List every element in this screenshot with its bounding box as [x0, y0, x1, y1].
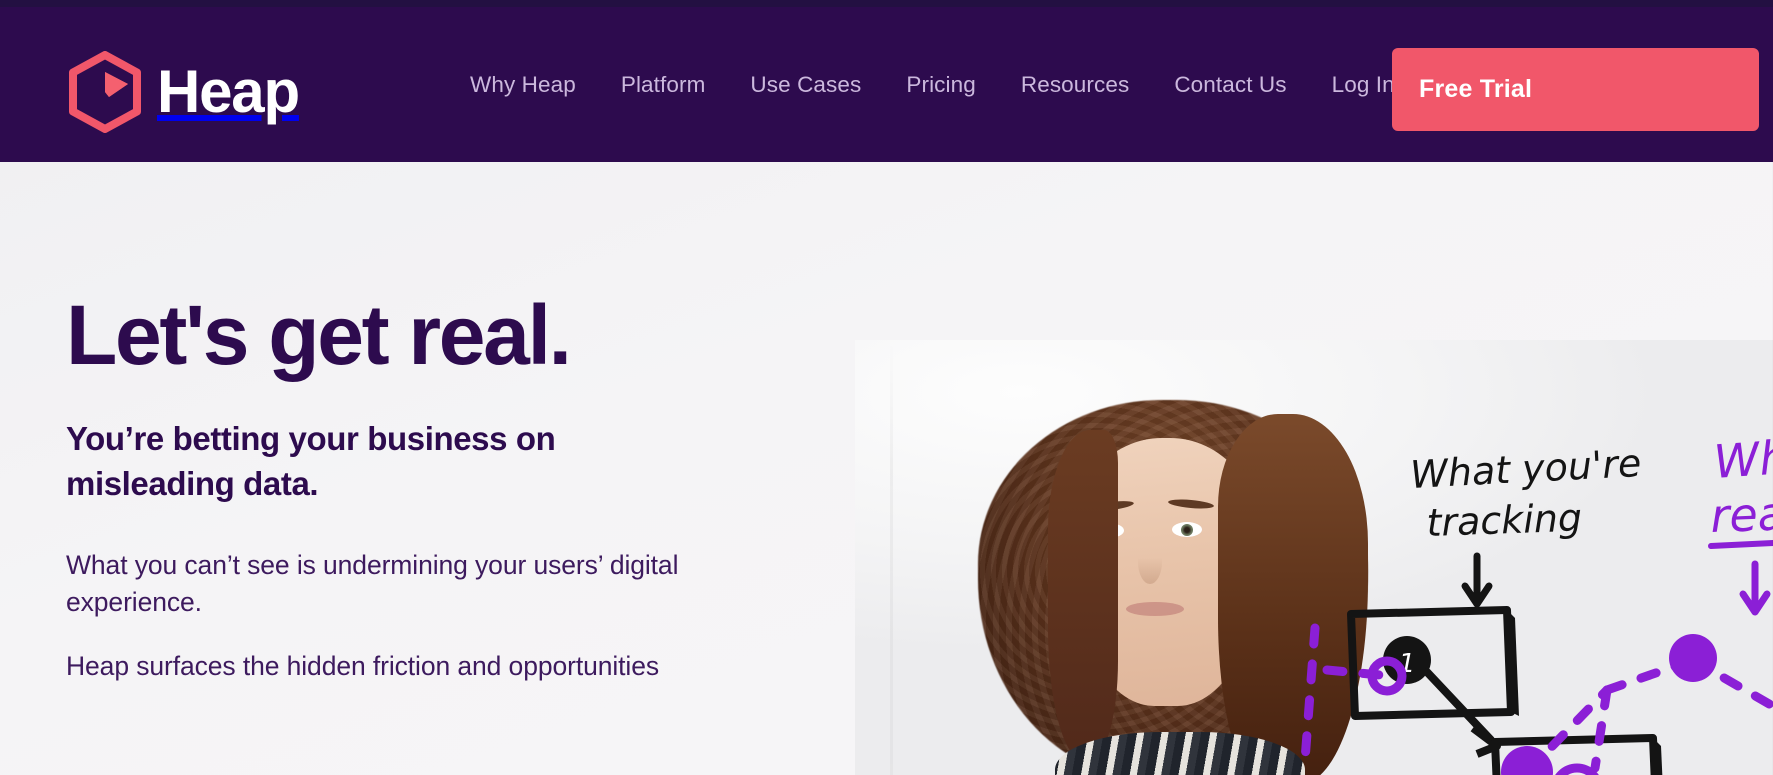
nav-pricing[interactable]: Pricing	[906, 62, 975, 108]
hero-image-inner: What you're tracking Wha reall 1	[855, 340, 1773, 775]
free-trial-button[interactable]: Free Trial	[1392, 48, 1759, 131]
wb-purple-ring-a	[1367, 656, 1407, 696]
nav-log-in[interactable]: Log In	[1332, 62, 1395, 108]
wb-label-what-youre-tracking-line1: What you're	[1409, 441, 1642, 497]
whiteboard-diagram: What you're tracking Wha reall 1	[1300, 428, 1773, 775]
wb-purple-node-b	[1669, 634, 1717, 682]
heap-hexagon-logo-icon	[69, 51, 141, 133]
wb-label-what-really-line1: Wha	[1712, 428, 1773, 489]
site-header: Heap Why Heap Platform Use Cases Pricing…	[0, 7, 1773, 162]
wb-label-what-youre-tracking-line2: tracking	[1426, 496, 1583, 545]
hero-copy: Let's get real. You’re betting your busi…	[66, 293, 826, 712]
wb-purple-node-a	[1501, 746, 1553, 775]
brand-logo-link[interactable]: Heap	[66, 51, 300, 133]
hero-image: What you're tracking Wha reall 1	[855, 340, 1773, 775]
hero-subtitle: You’re betting your business on misleadi…	[66, 420, 556, 502]
hero-title: Let's get real.	[66, 288, 572, 382]
brand-logo-text: Heap	[157, 58, 300, 125]
hero-paragraph-1: What you can’t see is undermining your u…	[66, 549, 679, 618]
wb-box-2-shadow	[1653, 738, 1663, 775]
top-edge-strip	[0, 0, 1773, 7]
nav-resources[interactable]: Resources	[1021, 62, 1129, 108]
nav-use-cases[interactable]: Use Cases	[750, 62, 861, 108]
nav-platform[interactable]: Platform	[621, 62, 706, 108]
wb-underline-purple	[1708, 540, 1773, 549]
nav-why-heap[interactable]: Why Heap	[470, 62, 576, 108]
whiteboard-seam	[890, 340, 893, 775]
nav-contact-us[interactable]: Contact Us	[1174, 62, 1286, 108]
hero-paragraph-2: Heap surfaces the hidden friction and op…	[66, 651, 660, 681]
page-root: Heap Why Heap Platform Use Cases Pricing…	[0, 0, 1773, 775]
wb-purple-ring-b	[1555, 763, 1599, 775]
hair-front-left	[1048, 430, 1118, 760]
wb-label-what-really-line2: reall	[1709, 485, 1773, 542]
primary-navigation: Why Heap Platform Use Cases Pricing Reso…	[470, 7, 1395, 162]
